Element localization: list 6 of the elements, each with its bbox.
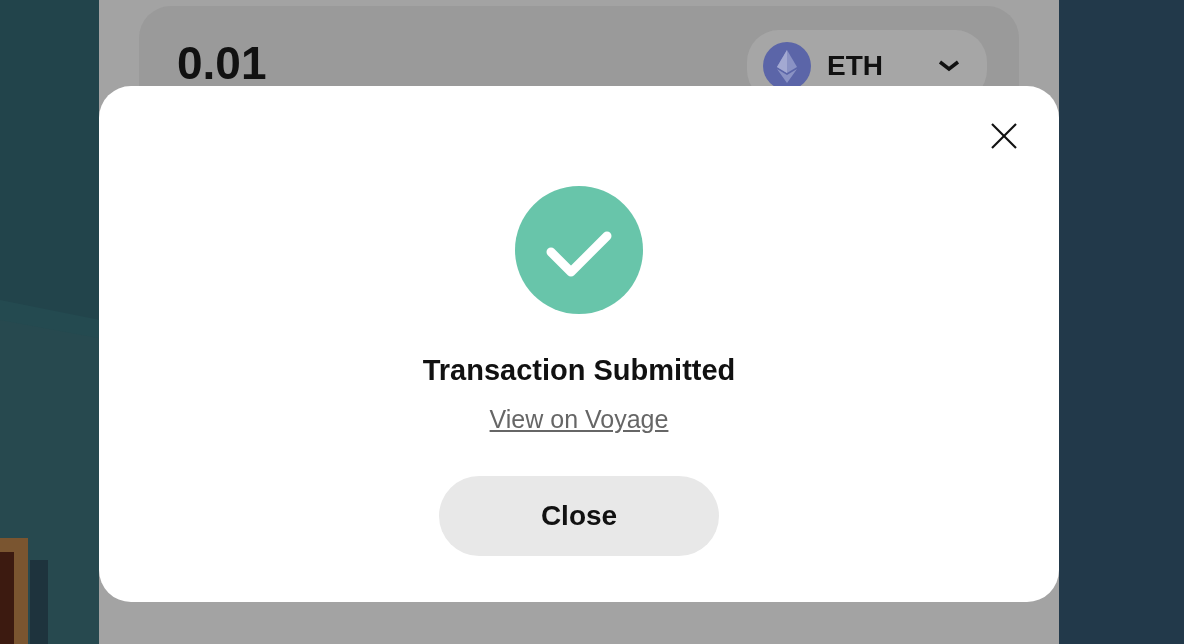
amount-value: 0.01 bbox=[177, 40, 267, 86]
close-button[interactable]: Close bbox=[439, 476, 719, 556]
explorer-link[interactable]: View on Voyage bbox=[489, 405, 669, 434]
close-icon[interactable] bbox=[989, 121, 1019, 151]
chevron-down-icon bbox=[937, 59, 961, 73]
modal-title: Transaction Submitted bbox=[422, 354, 736, 387]
